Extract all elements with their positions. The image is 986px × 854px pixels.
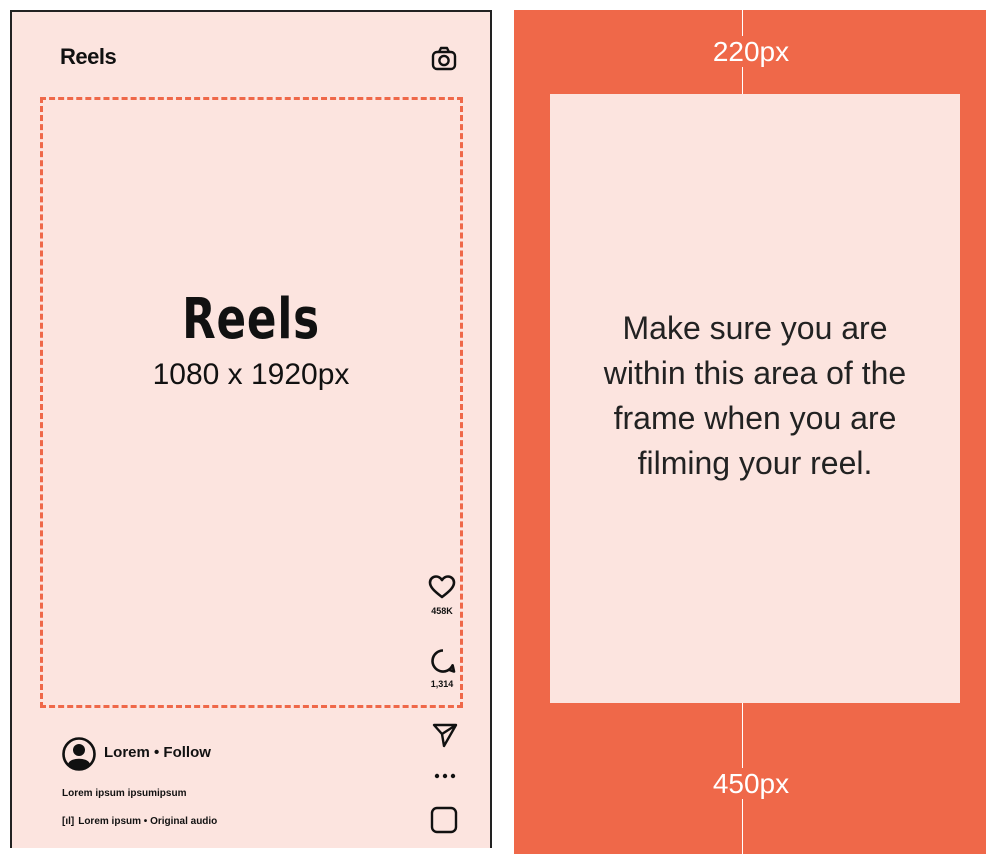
comments-count: 1,314 [430,679,454,689]
safe-area-message: Make sure you are within this area of th… [603,309,907,481]
send-icon[interactable] [432,722,458,748]
audio-wave-icon: [ıl] [62,816,75,827]
audio-thumb-icon[interactable] [430,806,458,834]
camera-icon[interactable] [430,45,458,73]
audio-line[interactable]: [ıl] Lorem ipsum • Original audio [62,816,217,827]
username-follow[interactable]: Lorem • Follow [104,744,211,761]
format-dimensions: 1080 x 1920px [152,358,350,391]
header-title: Reels [60,44,117,69]
safe-zone-outline [40,97,463,708]
avatar[interactable] [62,737,96,771]
top-margin-label: 220px [514,36,986,68]
more-icon[interactable] [433,772,457,780]
heart-icon[interactable] [428,574,456,600]
audio-label: Lorem ipsum • Original audio [78,816,218,827]
likes-count: 458K [431,606,453,616]
bottom-margin-label: 450px [514,768,986,800]
comment-icon[interactable] [430,648,456,674]
safe-area-guide: 220px Make sure you are within this area… [514,10,986,854]
safe-area-box: Make sure you are within this area of th… [550,94,960,703]
reels-phone-mockup: Reels Reels 1080 x 1920px 458K 1,314 Lor… [10,10,492,848]
caption-text: Lorem ipsum ipsumipsum [62,788,187,799]
format-title: Reels [182,287,320,352]
